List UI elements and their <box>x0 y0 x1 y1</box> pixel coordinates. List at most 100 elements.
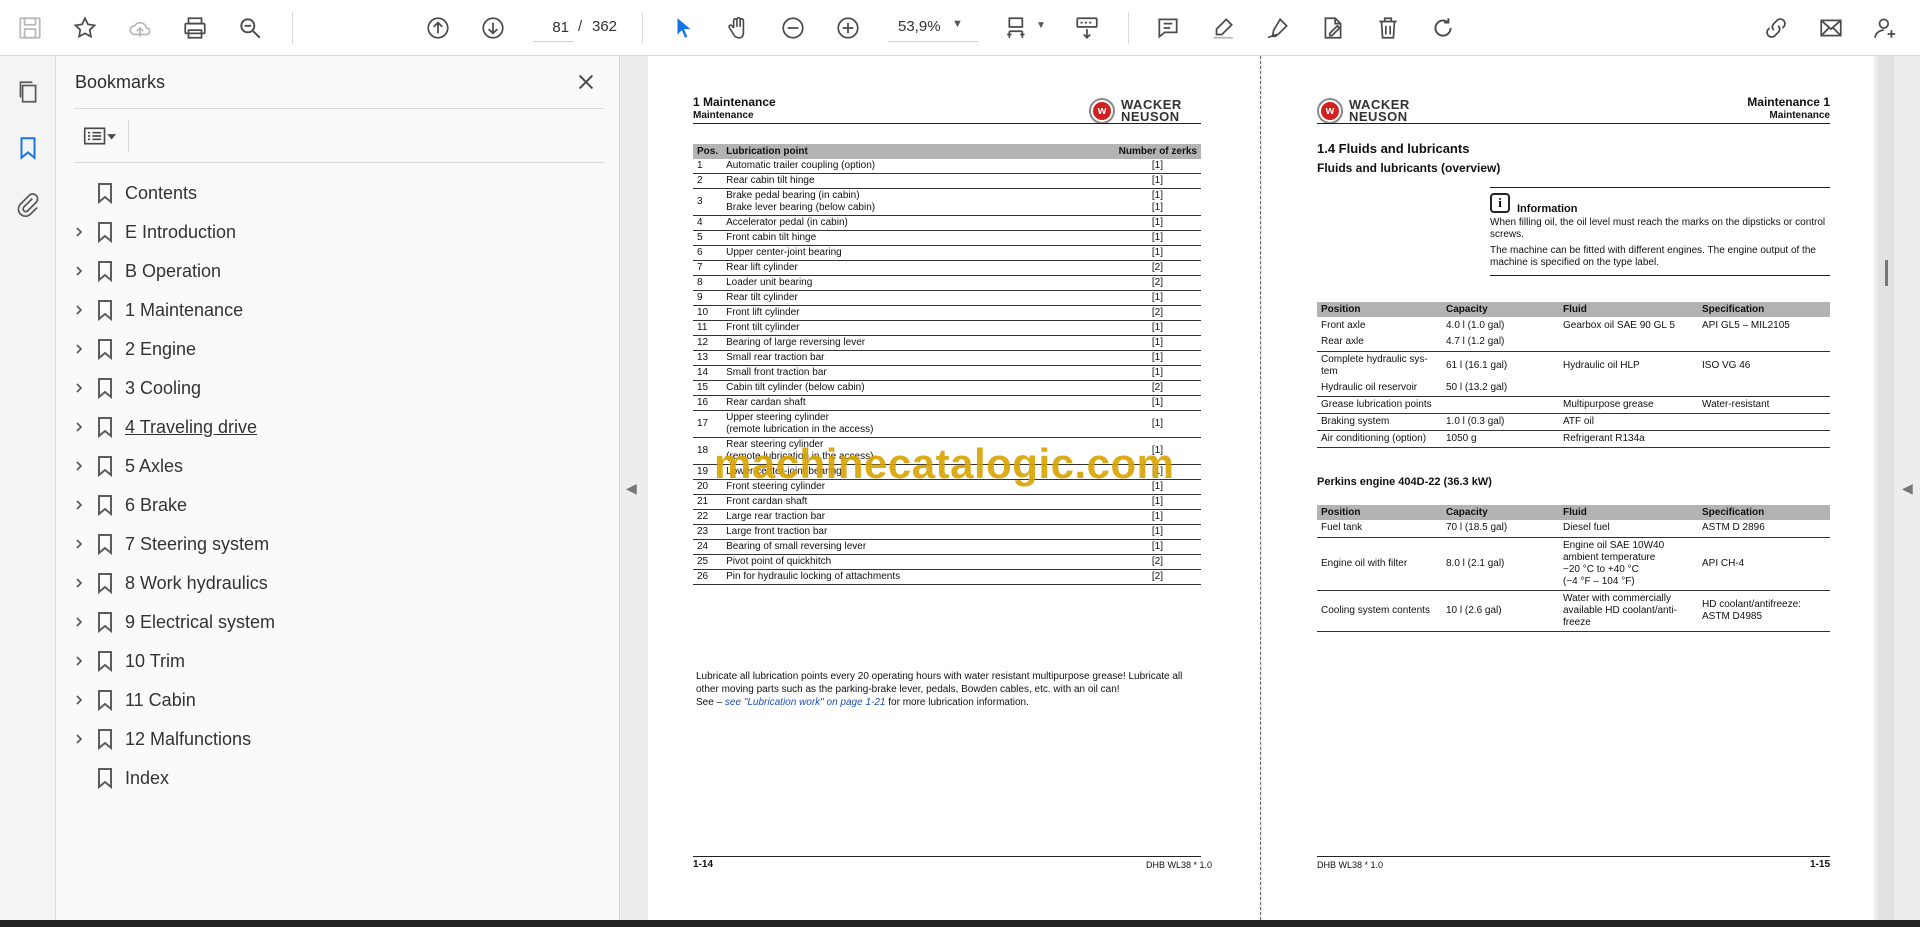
scroll-mode-icon[interactable] <box>1069 10 1105 46</box>
share-link-icon[interactable] <box>1758 10 1794 46</box>
scrollbar[interactable] <box>1878 56 1894 920</box>
bookmark-item[interactable]: 12 Malfunctions <box>56 720 620 758</box>
table-cell: [1] <box>1046 494 1201 510</box>
table-row: 26 Pin for hydraulic locking of attachmen… <box>693 569 1201 585</box>
chevron-right-icon[interactable] <box>70 262 88 280</box>
footer-doc-id: DHB WL38 * 1.0 <box>1146 860 1213 870</box>
table-row: Rear axle 4.7 l (1.2 gal) <box>1317 334 1830 352</box>
table-row: 4 Accelerator pedal (in cabin) [1] <box>693 215 1201 231</box>
bookmark-item[interactable]: 8 Work hydraulics <box>56 564 620 602</box>
table-cell: [1] <box>1046 509 1201 525</box>
window-bottom-edge <box>0 920 1920 927</box>
prev-page-icon[interactable] <box>420 10 456 46</box>
fit-page-icon[interactable] <box>1000 10 1036 46</box>
cloud-upload-icon[interactable] <box>122 10 158 46</box>
toolbar: / 362 53,9% ▼ ▼ <box>0 0 1920 56</box>
bookmark-item[interactable]: B Operation <box>56 252 620 290</box>
bookmark-item[interactable]: 7 Steering system <box>56 525 620 563</box>
divider <box>74 108 604 109</box>
table-cell: Rear tilt cylinder <box>722 290 1047 306</box>
table-cell: Bearing of small reversing lever <box>722 539 1047 555</box>
bookmark-icon <box>95 533 115 556</box>
lubrication-table: Pos. Lubrication point Number of zerks 1 Au… <box>693 144 1201 585</box>
table-row: 1 Automatic trailer coupling (option) [1] <box>693 159 1201 174</box>
zoom-search-icon[interactable] <box>232 10 268 46</box>
table-cell: API CH-4 <box>1698 537 1830 591</box>
bookmark-item[interactable]: Index <box>56 759 620 797</box>
add-user-icon[interactable] <box>1868 10 1904 46</box>
bookmark-item[interactable]: 10 Trim <box>56 642 620 680</box>
scrollbar-thumb[interactable] <box>1885 260 1888 286</box>
zoom-in-icon[interactable] <box>830 10 866 46</box>
next-page-icon[interactable] <box>475 10 511 46</box>
select-cursor-icon[interactable] <box>666 10 702 46</box>
bookmark-item[interactable]: 11 Cabin <box>56 681 620 719</box>
chevron-right-icon[interactable] <box>70 223 88 241</box>
chevron-right-icon[interactable] <box>70 535 88 553</box>
table-row: Grease lubrication points Multipurpose gr… <box>1317 396 1830 414</box>
table-cell <box>1559 379 1698 397</box>
table-cell: 22 <box>693 509 723 525</box>
bookmark-icon <box>95 455 115 478</box>
chevron-right-icon[interactable] <box>70 418 88 436</box>
highlight-icon[interactable] <box>1205 10 1241 46</box>
edit-pdf-icon[interactable] <box>1315 10 1351 46</box>
zoom-out-icon[interactable] <box>775 10 811 46</box>
table-cell: Air conditioning (option) <box>1317 430 1442 448</box>
comment-icon[interactable] <box>1150 10 1186 46</box>
chevron-right-icon[interactable] <box>70 496 88 514</box>
pages-icon[interactable] <box>10 74 46 110</box>
bookmark-item[interactable]: 3 Cooling <box>56 369 620 407</box>
bookmark-label: 3 Cooling <box>125 378 202 398</box>
chevron-right-icon[interactable] <box>70 340 88 358</box>
bookmark-icon[interactable] <box>10 130 46 166</box>
collapse-panel-icon[interactable]: ◀ <box>626 480 637 497</box>
wacker-neuson-logo: w WACKER NEUSON <box>1089 98 1182 124</box>
chevron-right-icon[interactable] <box>70 652 88 670</box>
table-cell: [2] <box>1046 305 1201 321</box>
table-cell: 23 <box>693 524 723 540</box>
attachment-icon[interactable] <box>10 186 46 222</box>
toolbar-separator <box>1128 12 1129 44</box>
bookmark-item[interactable]: Contents <box>56 174 620 212</box>
bookmark-item[interactable]: 1 Maintenance <box>56 291 620 329</box>
chevron-down-icon[interactable]: ▼ <box>1036 20 1046 31</box>
chevron-right-icon[interactable] <box>70 613 88 631</box>
sign-icon[interactable] <box>1260 10 1296 46</box>
table-row: 22 Large rear traction bar [1] <box>693 509 1201 525</box>
lubrication-work-link[interactable]: see "Lubrication work" on page 1-21 <box>725 697 886 708</box>
bookmark-item[interactable]: 4 Traveling drive <box>56 408 620 446</box>
chevron-right-icon[interactable] <box>70 457 88 475</box>
chevron-right-icon[interactable] <box>70 691 88 709</box>
chevron-down-icon[interactable]: ▼ <box>952 18 963 30</box>
chevron-right-icon[interactable] <box>70 301 88 319</box>
table-header: Capacity <box>1442 505 1559 520</box>
table-cell: 2 <box>693 173 723 189</box>
table-row: 23 Large front traction bar [1] <box>693 524 1201 540</box>
page-separator: / <box>578 18 583 35</box>
bookmark-item[interactable]: 5 Axles <box>56 447 620 485</box>
bookmarks-panel: Bookmarks Contents E Introduction B Operat… <box>56 56 620 920</box>
hand-tool-icon[interactable] <box>720 10 756 46</box>
chevron-right-icon[interactable] <box>70 574 88 592</box>
bookmark-item[interactable]: 6 Brake <box>56 486 620 524</box>
print-icon[interactable] <box>177 10 213 46</box>
mail-icon[interactable] <box>1813 10 1849 46</box>
close-icon[interactable] <box>570 66 602 98</box>
chevron-right-icon[interactable] <box>70 379 88 397</box>
page-number-input[interactable] <box>533 14 573 42</box>
rotate-icon[interactable] <box>1425 10 1461 46</box>
bookmark-options-button[interactable] <box>74 120 124 152</box>
table-cell: 7 <box>693 260 723 276</box>
delete-icon[interactable] <box>1370 10 1406 46</box>
bookmark-label: 8 Work hydraulics <box>125 573 268 593</box>
expand-right-panel-icon[interactable]: ◀ <box>1902 480 1913 497</box>
bookmark-item[interactable]: 2 Engine <box>56 330 620 368</box>
save-icon[interactable] <box>12 10 48 46</box>
star-icon[interactable] <box>67 10 103 46</box>
bookmark-item[interactable]: E Introduction <box>56 213 620 251</box>
bookmark-item[interactable]: 9 Electrical system <box>56 603 620 641</box>
table-cell: [1] <box>1046 335 1201 351</box>
chevron-right-icon[interactable] <box>70 730 88 748</box>
zoom-level-field[interactable]: 53,9% <box>888 14 978 42</box>
